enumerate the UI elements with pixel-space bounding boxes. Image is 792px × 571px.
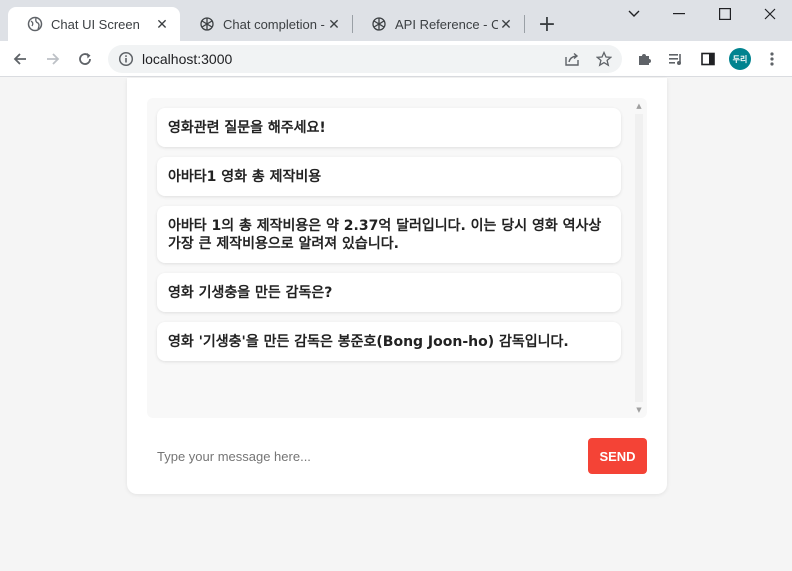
window-close-icon[interactable] — [747, 0, 792, 28]
openai-icon — [371, 16, 387, 32]
browser-toolbar: localhost:3000 — [0, 41, 792, 77]
openai-icon — [199, 16, 215, 32]
share-icon[interactable] — [564, 51, 580, 67]
close-icon[interactable]: ✕ — [498, 16, 514, 32]
url-text: localhost:3000 — [142, 51, 233, 67]
tab-separator — [524, 15, 525, 33]
chat-card: 영화관련 질문을 해주세요! 아바타1 영화 총 제작비용 아바타 1의 총 제… — [127, 78, 667, 494]
tab-chat-ui-screen[interactable]: Chat UI Screen ✕ — [8, 7, 180, 41]
chat-message: 영화관련 질문을 해주세요! — [157, 108, 621, 147]
tab-strip: Chat UI Screen ✕ Chat completion - O ✕ A… — [0, 0, 792, 41]
message-input[interactable] — [147, 438, 577, 474]
tab-title: API Reference - Ope — [395, 16, 498, 32]
send-button[interactable]: SEND — [588, 438, 647, 474]
back-arrow-icon[interactable] — [8, 47, 32, 71]
close-icon[interactable]: ✕ — [154, 16, 170, 32]
chat-window: 영화관련 질문을 해주세요! 아바타1 영화 총 제작비용 아바타 1의 총 제… — [147, 98, 647, 418]
media-queue-icon[interactable] — [664, 47, 688, 71]
forward-arrow-icon[interactable] — [41, 47, 65, 71]
reload-icon[interactable] — [73, 47, 97, 71]
maximize-icon[interactable] — [702, 0, 748, 28]
chat-message: 아바타 1의 총 제작비용은 약 2.37억 달러입니다. 이는 당시 영화 역… — [157, 206, 621, 263]
new-tab-button[interactable]: + — [535, 12, 559, 37]
address-bar[interactable]: localhost:3000 — [108, 45, 622, 73]
globe-icon — [27, 16, 43, 32]
message-list: 영화관련 질문을 해주세요! 아바타1 영화 총 제작비용 아바타 1의 총 제… — [157, 108, 621, 371]
menu-kebab-icon[interactable] — [760, 47, 784, 71]
tab-title: Chat UI Screen — [51, 16, 140, 32]
tab-search-chevron-icon[interactable] — [611, 0, 657, 28]
scroll-down-arrow-icon[interactable]: ▼ — [633, 404, 645, 416]
chat-message: 영화 기생충을 만든 감독은? — [157, 273, 621, 312]
message-scrollbar[interactable]: ▲ ▼ — [633, 100, 645, 416]
chat-message: 영화 '기생충'을 만든 감독은 봉준호(Bong Joon-ho) 감독입니다… — [157, 322, 621, 361]
minimize-icon[interactable] — [656, 0, 702, 28]
message-input-row: SEND — [147, 438, 647, 474]
extensions-puzzle-icon[interactable] — [632, 47, 656, 71]
bookmark-star-icon[interactable] — [596, 51, 612, 67]
side-panel-icon[interactable] — [696, 47, 720, 71]
tab-title: Chat completion - O — [223, 16, 326, 32]
chat-message: 아바타1 영화 총 제작비용 — [157, 157, 621, 196]
info-icon[interactable] — [118, 51, 134, 67]
tab-api-reference[interactable]: API Reference - Ope ✕ — [352, 7, 524, 41]
profile-avatar[interactable]: 두리 — [729, 48, 751, 70]
tab-chat-completion[interactable]: Chat completion - O ✕ — [180, 7, 352, 41]
scroll-up-arrow-icon[interactable]: ▲ — [633, 100, 645, 112]
scroll-track[interactable] — [635, 114, 643, 402]
close-icon[interactable]: ✕ — [326, 16, 342, 32]
